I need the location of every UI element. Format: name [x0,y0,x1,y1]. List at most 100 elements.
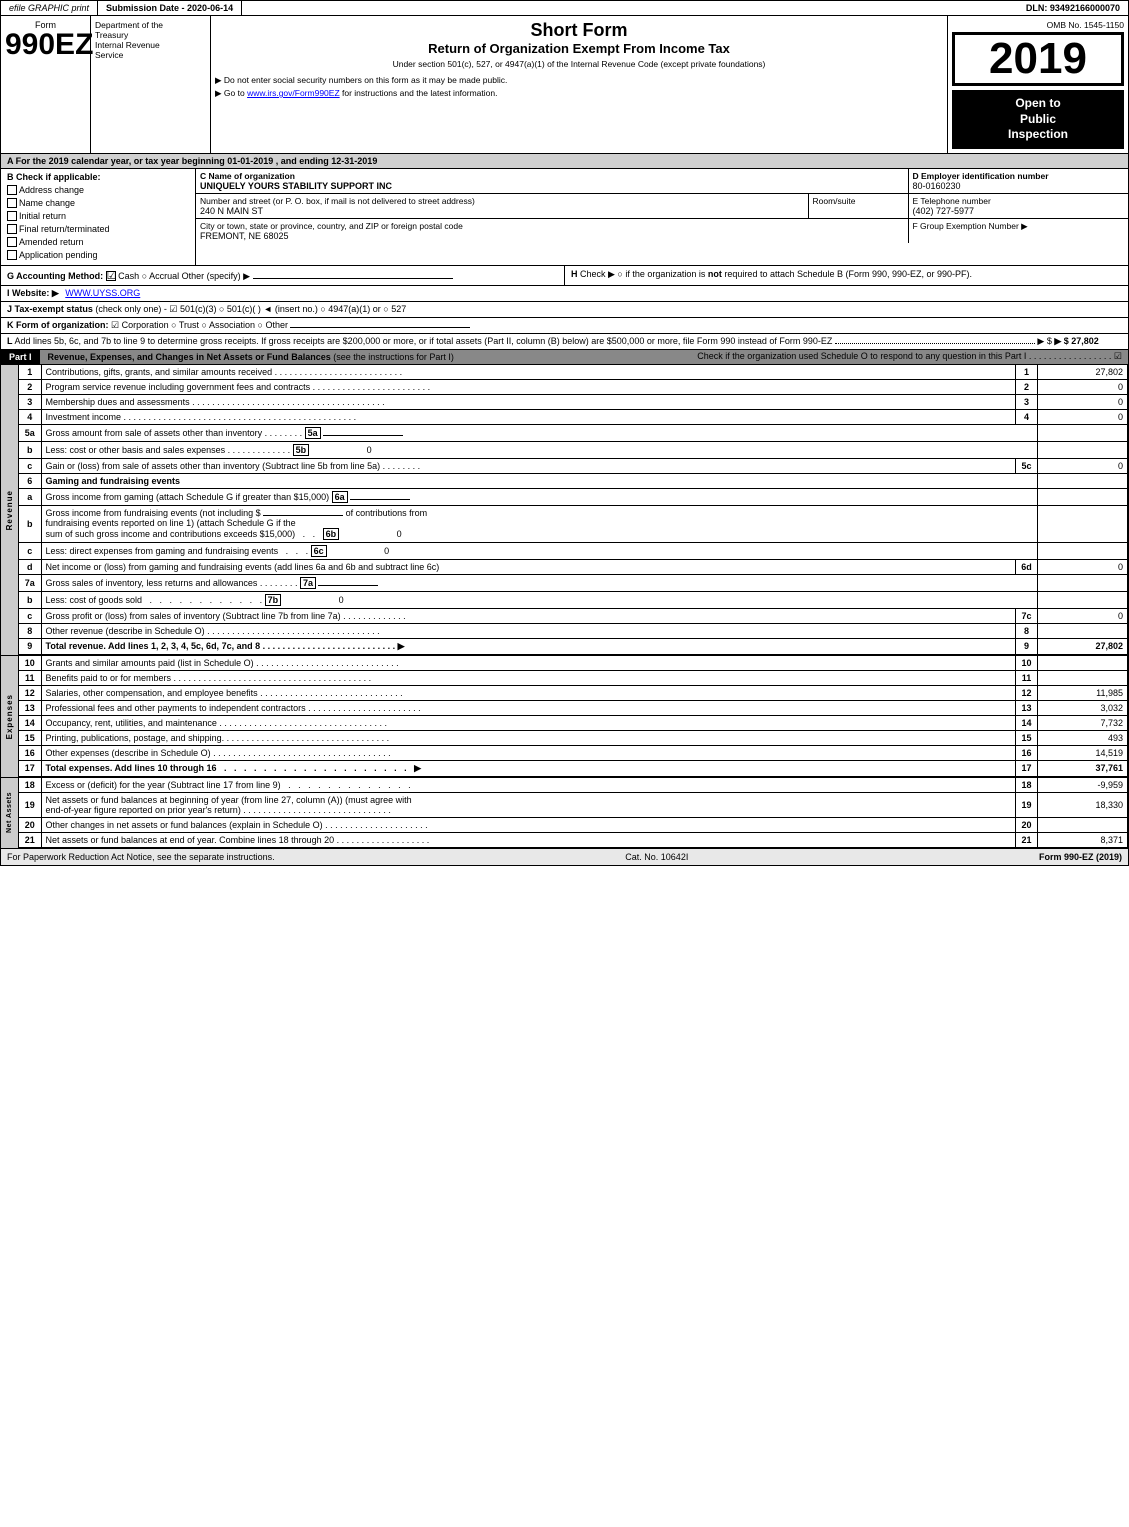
footer-cat: Cat. No. 10642I [625,852,688,862]
accounting-label: G Accounting Method: [7,271,106,281]
address-change-box[interactable] [7,185,17,195]
instruction2: ▶ Go to www.irs.gov/Form990EZ for instru… [215,88,943,99]
room-label: Room/suite [813,196,904,206]
city: FREMONT, NE 68025 [200,231,904,241]
org-name-label: C Name of organization [200,171,904,181]
dept-line2: Treasury [95,30,206,40]
revenue-side-label: Revenue [5,490,14,530]
amended-return-box[interactable] [7,237,17,247]
line-7c-row: c Gross profit or (loss) from sales of i… [19,608,1128,623]
line-6-row: 6 Gaming and fundraising events [19,473,1128,488]
org-name: UNIQUELY YOURS STABILITY SUPPORT INC [200,181,904,191]
line-9-row: 9 Total revenue. Add lines 1, 2, 3, 4, 5… [19,638,1128,654]
ein: 80-0160230 [913,181,1125,191]
part1-label: Part I [1,350,40,364]
expenses-side-label: Expenses [5,694,14,739]
city-label: City or town, state or province, country… [200,221,904,231]
initial-return-label: Initial return [19,211,66,221]
phone: (402) 727-5977 [913,206,1125,216]
tax-exempt-label: J Tax-exempt status (check only one) - ☑… [7,304,406,314]
line-1-row: 1 Contributions, gifts, grants, and simi… [19,365,1128,380]
net-assets-side-label: Net Assets [6,792,13,833]
submission-date: Submission Date - 2020-06-14 [98,1,242,15]
application-pending-label: Application pending [19,250,98,260]
line-11-row: 11 Benefits paid to or for members . . .… [19,670,1128,685]
amended-return-checkbox[interactable]: Amended return [7,237,84,247]
dln: DLN: 93492166000070 [1018,1,1128,15]
line-19-row: 19 Net assets or fund balances at beginn… [19,792,1128,817]
application-pending-checkbox[interactable]: Application pending [7,250,98,260]
cash-checkbox-g[interactable]: ☑ [106,271,116,281]
final-return-box[interactable] [7,224,17,234]
initial-return-box[interactable] [7,211,17,221]
name-change-checkbox[interactable]: Name change [7,198,75,208]
line-5c-row: c Gain or (loss) from sale of assets oth… [19,458,1128,473]
omb-number: OMB No. 1545-1150 [952,20,1124,30]
form-subtitle: Under section 501(c), 527, or 4947(a)(1)… [215,59,943,69]
application-pending-box[interactable] [7,250,17,260]
address-change-checkbox[interactable]: Address change [7,185,84,195]
line-7a-row: 7a Gross sales of inventory, less return… [19,574,1128,591]
footer-paperwork: For Paperwork Reduction Act Notice, see … [7,852,275,862]
line-21-row: 21 Net assets or fund balances at end of… [19,832,1128,847]
line-10-row: 10 Grants and similar amounts paid (list… [19,656,1128,671]
section-b-label: B Check if applicable: [7,172,189,182]
dept-line1: Department of the [95,20,206,30]
line-8-row: 8 Other revenue (describe in Schedule O)… [19,623,1128,638]
name-change-box[interactable] [7,198,17,208]
section-a: A For the 2019 calendar year, or tax yea… [0,154,1129,169]
line-13-row: 13 Professional fees and other payments … [19,700,1128,715]
efile-label: efile GRAPHIC print [1,1,98,15]
form-title1: Short Form [215,20,943,41]
section-l-text: L Add lines 5b, 6c, and 7b to line 9 to … [7,336,1099,346]
line-5b-row: b Less: cost or other basis and sales ex… [19,441,1128,458]
line-17-row: 17 Total expenses. Add lines 10 through … [19,760,1128,776]
footer: For Paperwork Reduction Act Notice, see … [0,849,1129,866]
line-6b-row: b Gross income from fundraising events (… [19,505,1128,542]
line-6a-row: a Gross income from gaming (attach Sched… [19,488,1128,505]
section-h-text: H Check ▶ ○ if the organization is not r… [571,269,972,279]
instruction1: ▶ Do not enter social security numbers o… [215,75,943,86]
line-20-row: 20 Other changes in net assets or fund b… [19,817,1128,832]
open-to-public: Open to Public Inspection [952,90,1124,149]
form-number: 990EZ [5,30,86,60]
line-15-row: 15 Printing, publications, postage, and … [19,730,1128,745]
accrual-label-g: Accrual [149,271,182,281]
line-14-row: 14 Occupancy, rent, utilities, and maint… [19,715,1128,730]
line-5a-row: 5a Gross amount from sale of assets othe… [19,424,1128,441]
part1-check: Check if the organization used Schedule … [454,351,1128,362]
final-return-label: Final return/terminated [19,224,110,234]
form-org-label: K Form of organization: ☑ Corporation ○ … [7,320,470,330]
line-7b-row: b Less: cost of goods sold . . . . . . .… [19,591,1128,608]
line-4-row: 4 Investment income . . . . . . . . . . … [19,409,1128,424]
name-change-label: Name change [19,198,75,208]
ein-label: D Employer identification number [913,171,1125,181]
website-label: I Website: ▶ [7,288,59,298]
line-16-row: 16 Other expenses (describe in Schedule … [19,745,1128,760]
part1-title: Revenue, Expenses, and Changes in Net As… [48,352,454,362]
street: 240 N MAIN ST [200,206,804,216]
phone-label: E Telephone number [913,196,1125,206]
form-title2: Return of Organization Exempt From Incom… [215,41,943,56]
page: efile GRAPHIC print Submission Date - 20… [0,0,1129,866]
year-box: 2019 [952,32,1124,86]
address-change-label: Address change [19,185,84,195]
group-label: F Group Exemption Number ▶ [913,221,1125,232]
accrual-checkbox-g[interactable]: ○ [142,271,147,281]
line-2-row: 2 Program service revenue including gove… [19,379,1128,394]
dept-line4: Service [95,50,206,60]
other-label-g: Other (specify) ▶ [182,271,253,281]
line-18-row: 18 Excess or (deficit) for the year (Sub… [19,778,1128,793]
website-url: WWW.UYSS.ORG [65,288,140,298]
line-6c-row: c Less: direct expenses from gaming and … [19,542,1128,559]
final-return-checkbox[interactable]: Final return/terminated [7,224,110,234]
cash-label-g: Cash [118,271,142,281]
line-3-row: 3 Membership dues and assessments . . . … [19,394,1128,409]
line-6d-row: d Net income or (loss) from gaming and f… [19,559,1128,574]
line-12-row: 12 Salaries, other compensation, and emp… [19,685,1128,700]
footer-form: Form 990-EZ (2019) [1039,852,1122,862]
dept-line3: Internal Revenue [95,40,206,50]
amended-return-label: Amended return [19,237,84,247]
initial-return-checkbox[interactable]: Initial return [7,211,66,221]
street-label: Number and street (or P. O. box, if mail… [200,196,804,206]
